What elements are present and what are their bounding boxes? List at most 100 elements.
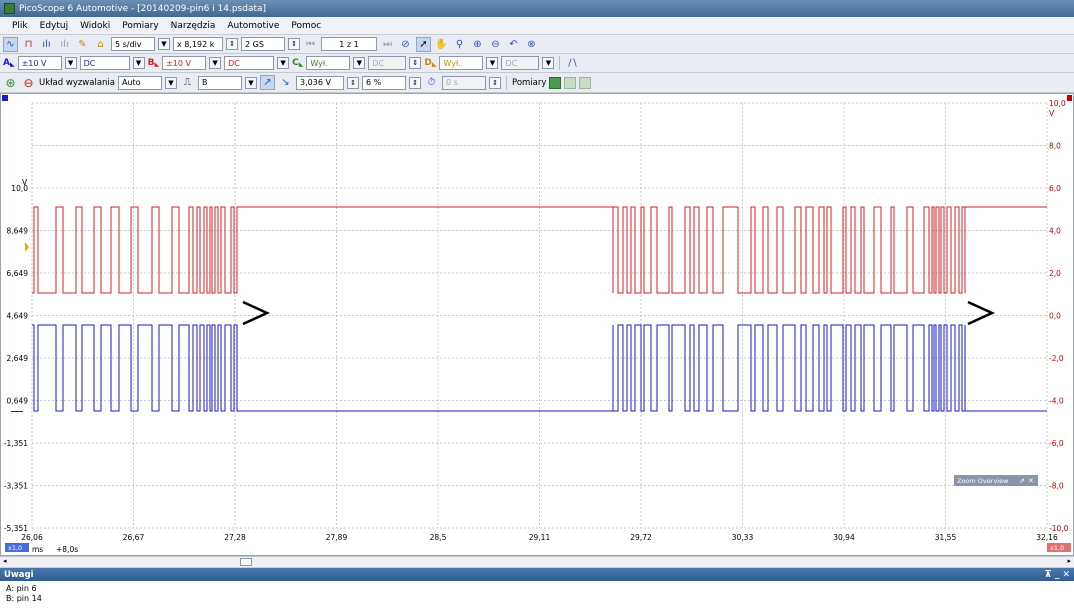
zoom-out-icon[interactable]: ⊖	[488, 37, 503, 52]
edit-measurement-icon[interactable]	[564, 76, 577, 89]
right-axis-tick: 0,0	[1049, 312, 1061, 321]
right-axis: 10,0 8,0 6,0 4,0 2,0 0,0 -2,0 -4,0 -6,0 -8,0 -10,0	[1049, 99, 1069, 533]
channel-c-coupling: DC	[368, 56, 407, 70]
notes-textarea[interactable]: A: pin 6 B: pin 14	[0, 581, 1074, 608]
stepper-icon[interactable]: ⇕	[226, 38, 238, 50]
x-axis-tick: 30,94	[833, 533, 855, 542]
panel-controls-icon[interactable]: ⊼ _ ✕	[1044, 570, 1070, 580]
trigger-source-select[interactable]: B	[198, 75, 242, 90]
channel-a-coupling[interactable]: DC	[79, 56, 130, 70]
menu-plik[interactable]: Plik	[6, 21, 34, 31]
zoom-full-icon[interactable]: ⊗	[524, 37, 539, 52]
channel-a-label: A ◣	[3, 58, 15, 68]
scrollbar-thumb[interactable]	[240, 558, 252, 566]
stepper-icon[interactable]: ⇕	[409, 76, 421, 89]
add-measurement-icon[interactable]	[549, 76, 562, 89]
trigger-marker[interactable]	[25, 242, 29, 252]
horizontal-scrollbar[interactable]: ◂ ▸	[0, 556, 1074, 567]
trigger-mode-select[interactable]: Auto	[118, 75, 162, 90]
x-offset: +8,0s	[56, 545, 78, 554]
page-indicator: 1 z 1	[321, 37, 377, 51]
menu-edytuj[interactable]: Edytuj	[34, 21, 74, 31]
menu-automotive[interactable]: Automotive	[221, 21, 285, 31]
right-axis-tick: 4,0	[1049, 227, 1061, 236]
channel-c-label: C ◣	[292, 58, 304, 68]
spectrum-mode-icon[interactable]: ılı	[39, 37, 54, 52]
right-axis-unit: V	[1049, 109, 1055, 118]
zoom-left-label: x1,0	[8, 544, 22, 552]
chevron-down-icon[interactable]: ▼	[209, 57, 222, 69]
home-icon[interactable]: ⌂	[93, 37, 108, 52]
scroll-right-icon[interactable]: ▸	[1067, 557, 1071, 565]
chevron-down-icon[interactable]: ▼	[353, 57, 366, 69]
trigger-level-input[interactable]: 3,036 V	[296, 75, 344, 90]
chevron-down-icon[interactable]: ▼	[245, 76, 257, 89]
x-axis-tick: 29,11	[529, 533, 551, 542]
ruler-handle-right[interactable]	[1067, 95, 1072, 101]
right-axis-tick: -6,0	[1049, 439, 1064, 448]
trigger-delay-icon[interactable]: ⏱	[424, 75, 439, 90]
x-axis-tick: 26,06	[21, 533, 43, 542]
right-axis-tick: -8,0	[1049, 482, 1064, 491]
zoom-overview-panel[interactable]: Zoom Overview ⇗ ✕	[954, 475, 1038, 486]
samples-select[interactable]: 2 GS	[241, 37, 285, 51]
chevron-down-icon[interactable]: ▼	[486, 57, 499, 69]
multiplier-select[interactable]: x 8,192 k	[173, 37, 223, 51]
pointer-tool-icon[interactable]: ➚	[416, 36, 431, 52]
menu-pomiary[interactable]: Pomiary	[116, 21, 164, 31]
menu-widoki[interactable]: Widoki	[74, 21, 116, 31]
scroll-left-icon[interactable]: ◂	[3, 557, 7, 565]
left-axis-tick: -5,351	[4, 524, 28, 533]
compass-icon[interactable]: ⊘	[398, 37, 413, 52]
stop-icon[interactable]: ⊖	[21, 75, 36, 90]
channel-b-coupling[interactable]: DC	[224, 56, 275, 70]
zoom-in-icon[interactable]: ⊕	[470, 37, 485, 52]
grid	[31, 102, 1048, 529]
menu-narzedzia[interactable]: Narzędzia	[165, 21, 222, 31]
chevron-down-icon[interactable]: ▼	[158, 38, 170, 50]
zoom-right-label: x1,0	[1050, 544, 1064, 552]
pre-trigger-input[interactable]: 6 %	[362, 75, 406, 90]
probe-icon[interactable]: ✎	[75, 37, 90, 52]
hand-tool-icon[interactable]: ✋	[434, 37, 449, 52]
spectrum-alt-icon[interactable]: ılı	[57, 37, 72, 52]
first-buffer-icon[interactable]: ⏮	[303, 37, 318, 52]
channel-b-range[interactable]: ±10 V	[162, 56, 207, 70]
channel-a-range[interactable]: ±10 V	[17, 56, 62, 70]
falling-edge-icon[interactable]: ↘	[278, 75, 293, 90]
chevron-down-icon[interactable]: ▼	[277, 57, 290, 69]
x-axis-tick: 29,72	[630, 533, 652, 542]
stepper-icon[interactable]: ⇕	[288, 38, 300, 50]
scope-view[interactable]: 10,0 8,649 6,649 4,649 2,649 0,649 -1,351 -3,35…	[0, 93, 1074, 556]
stepper-icon[interactable]: ⇕	[347, 76, 359, 89]
chevron-down-icon[interactable]: ▼	[64, 57, 77, 69]
waveform-plot[interactable]: 10,0 8,649 6,649 4,649 2,649 0,649 -1,351 -3,35…	[1, 94, 1073, 555]
last-buffer-icon[interactable]: ⏭	[380, 37, 395, 52]
chevron-down-icon[interactable]: ▼	[132, 57, 145, 69]
menu-pomoc[interactable]: Pomoc	[285, 21, 327, 31]
math-channels-icon[interactable]: ∕∖	[565, 56, 580, 71]
x-axis-tick: 31,55	[935, 533, 957, 542]
trigger-type-icon[interactable]: ⎍	[180, 75, 195, 90]
right-axis-tick: 8,0	[1049, 142, 1061, 151]
start-icon[interactable]: ⊛	[3, 75, 18, 90]
rising-edge-icon[interactable]: ↗	[260, 75, 275, 90]
channel-c-state[interactable]: Wył.	[306, 56, 351, 70]
chevron-down-icon[interactable]: ▼	[165, 76, 177, 89]
ruler-handle-left[interactable]	[2, 95, 8, 101]
scope-mode-icon[interactable]: ∿	[3, 36, 18, 52]
undo-zoom-icon[interactable]: ↶	[506, 37, 521, 52]
x-axis-tick: 32,16	[1036, 533, 1058, 542]
channel-d-state[interactable]: Wył.	[439, 56, 484, 70]
pin-icon[interactable]: ⇗	[1019, 477, 1025, 485]
right-axis-tick: 2,0	[1049, 269, 1061, 278]
left-axis-tick: 4,649	[7, 312, 29, 321]
close-icon[interactable]: ✕	[1028, 477, 1034, 485]
stepper-icon: ⇕	[489, 76, 501, 89]
zoom-icon[interactable]: ⚲	[452, 37, 467, 52]
x-axis-tick: 27,89	[326, 533, 348, 542]
left-axis-tick: 6,649	[7, 269, 29, 278]
persistence-mode-icon[interactable]: ⊓	[21, 37, 36, 52]
delete-measurement-icon[interactable]	[579, 76, 592, 89]
timebase-select[interactable]: 5 s/div	[111, 37, 155, 51]
